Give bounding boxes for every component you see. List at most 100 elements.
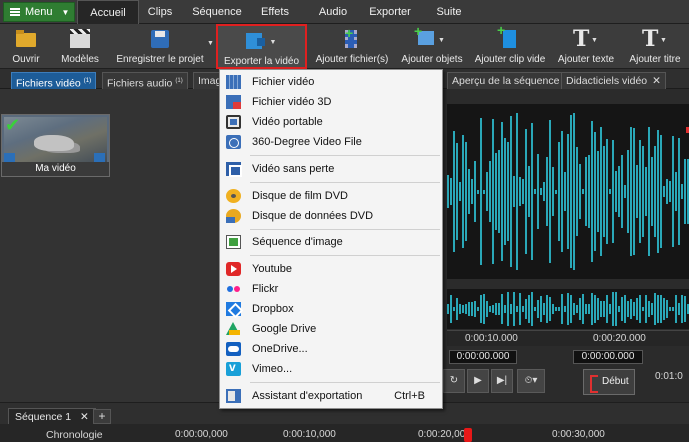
waveform-bar: [552, 166, 554, 217]
menu-item-label: Séquence d'image: [252, 236, 343, 248]
tab-tutorials[interactable]: Didacticiels vidéo ✕: [561, 72, 666, 89]
waveform-bar: [510, 303, 512, 315]
waveform-bar: [660, 135, 662, 248]
waveform-bar: [513, 292, 515, 326]
waveform-bar: [459, 181, 461, 202]
add-film-icon: [340, 25, 364, 50]
waveform-bar: [519, 177, 521, 206]
media-library-panel: ✔ Ma vidéo: [0, 89, 220, 402]
waveform-bar: [480, 294, 482, 324]
menu-item-flickr[interactable]: Flickr: [221, 279, 441, 299]
save-dropdown-arrow-icon[interactable]: ▼: [207, 40, 214, 47]
play-button[interactable]: ▶: [467, 369, 489, 393]
close-icon[interactable]: ✕: [652, 75, 661, 87]
waveform-bar: [555, 189, 557, 194]
waveform-bar: [618, 305, 620, 313]
menu-item-3d-video-file[interactable]: Fichier vidéo 3D: [221, 92, 441, 112]
tab-sequence-1[interactable]: Séquence 1 ✕: [8, 408, 96, 425]
waveform-bar: [627, 300, 629, 318]
waveform-bar: [504, 138, 506, 245]
menu-item-onedrive[interactable]: OneDrive...: [221, 339, 441, 359]
waveform-bar: [672, 306, 674, 311]
tab-exporter[interactable]: Exporter: [364, 0, 416, 24]
add-objects-button[interactable]: ▼ Ajouter objets: [398, 23, 466, 69]
waveform-bar: [618, 165, 620, 218]
audio-waveform-bottom: [447, 289, 689, 329]
tab-effets[interactable]: Effets: [255, 0, 295, 24]
waveform-bar: [606, 295, 608, 323]
tab-audio-files[interactable]: Fichiers audio (1): [102, 72, 188, 90]
tab-accueil[interactable]: Accueil: [77, 0, 139, 24]
timeline-playhead[interactable]: [464, 428, 472, 442]
waveform-bar: [516, 305, 518, 313]
add-blank-clip-button[interactable]: Ajouter clip vide: [472, 22, 548, 69]
add-title-button[interactable]: T ▼ Ajouter titre: [624, 24, 686, 69]
waveform-bar: [453, 131, 455, 252]
film-icon: [226, 75, 241, 89]
waveform-bar: [558, 142, 560, 241]
export-video-button[interactable]: ▼ Exporter la vidéo: [216, 24, 307, 69]
open-button[interactable]: Ouvrir: [4, 24, 48, 69]
waveform-bar: [600, 127, 602, 256]
save-project-button[interactable]: Enregistrer le projet: [110, 24, 210, 69]
export-video-menu: Fichier vidéo Fichier vidéo 3D Vidéo por…: [219, 69, 443, 409]
menu-item-export-wizard[interactable]: Assistant d'exportation Ctrl+B: [221, 386, 441, 406]
ruler-label-20s: 0:00:20.000: [593, 333, 646, 344]
menu-item-dvd-data[interactable]: Disque de données DVD: [221, 206, 441, 226]
tab-sequence-preview[interactable]: Aperçu de la séquence: [447, 72, 565, 89]
menu-item-label: Flickr: [252, 283, 279, 295]
tab-clips[interactable]: Clips: [141, 0, 179, 24]
current-time-field[interactable]: 0:00:00.000: [449, 350, 517, 364]
set-start-button[interactable]: Début: [583, 369, 635, 395]
folder-icon: [14, 28, 38, 50]
add-files-button[interactable]: Ajouter fichier(s): [314, 24, 390, 69]
menu-item-vimeo[interactable]: Vimeo...: [221, 359, 441, 379]
menu-item-label: Fichier vidéo: [252, 76, 315, 88]
waveform-bar: [474, 161, 476, 222]
menu-item-dropbox[interactable]: Dropbox: [221, 299, 441, 319]
add-sequence-button[interactable]: +: [93, 409, 111, 424]
menu-item-video-file[interactable]: Fichier vidéo: [221, 72, 441, 92]
menu-item-lossless-video[interactable]: Vidéo sans perte: [221, 159, 441, 179]
chevron-down-icon: ▼: [61, 7, 70, 17]
main-menu-button[interactable]: Menu ▼: [3, 2, 75, 22]
templates-button[interactable]: Modèles: [56, 24, 104, 69]
waveform-bar: [570, 114, 572, 269]
add-title-label: Ajouter titre: [629, 54, 681, 65]
waveform-bar: [540, 295, 542, 323]
menu-item-portable-video[interactable]: Vidéo portable: [221, 112, 441, 132]
menu-item-label: Disque de données DVD: [252, 210, 374, 222]
add-text-button[interactable]: T ▼ Ajouter texte: [554, 24, 618, 69]
waveform-bar: [636, 164, 638, 219]
duration-time-field[interactable]: 0:00:00.000: [573, 350, 643, 364]
waveform-bar: [474, 300, 476, 318]
menu-item-dvd-movie[interactable]: Disque de film DVD: [221, 186, 441, 206]
menu-item-image-sequence[interactable]: Séquence d'image: [221, 232, 441, 252]
tab-audio-files-count: (1): [175, 78, 183, 84]
tab-images[interactable]: Imag: [193, 72, 221, 89]
tab-video-files[interactable]: Fichiers vidéo (1): [11, 72, 97, 90]
timeline-tick-30: 0:00:30,000: [552, 429, 605, 440]
menu-item-google-drive[interactable]: Google Drive: [221, 319, 441, 339]
waveform-bar: [561, 294, 563, 324]
waveform-bar: [450, 295, 452, 323]
next-frame-button[interactable]: ▶|: [491, 369, 513, 393]
menu-item-youtube[interactable]: Youtube: [221, 259, 441, 279]
waveform-bar: [546, 295, 548, 323]
waveform-bar: [513, 176, 515, 207]
waveform-bar: [459, 304, 461, 314]
tab-audio[interactable]: Audio: [314, 0, 352, 24]
menu-separator: [250, 255, 440, 256]
waveform-bar: [660, 294, 662, 324]
waveform-bar: [543, 302, 545, 316]
media-thumbnail[interactable]: ✔ Ma vidéo: [1, 114, 110, 177]
loop-button[interactable]: ↻: [443, 369, 465, 393]
close-icon[interactable]: ✕: [80, 411, 89, 423]
tab-sequence[interactable]: Séquence: [190, 0, 244, 24]
speed-button[interactable]: ⏲▾: [517, 369, 545, 393]
ruler-label-10s: 0:00:10.000: [465, 333, 518, 344]
menu-item-360-video[interactable]: 360-Degree Video File: [221, 132, 441, 152]
waveform-bar: [603, 300, 605, 318]
tab-suite[interactable]: Suite: [432, 0, 466, 24]
waveform-bar: [684, 295, 686, 323]
